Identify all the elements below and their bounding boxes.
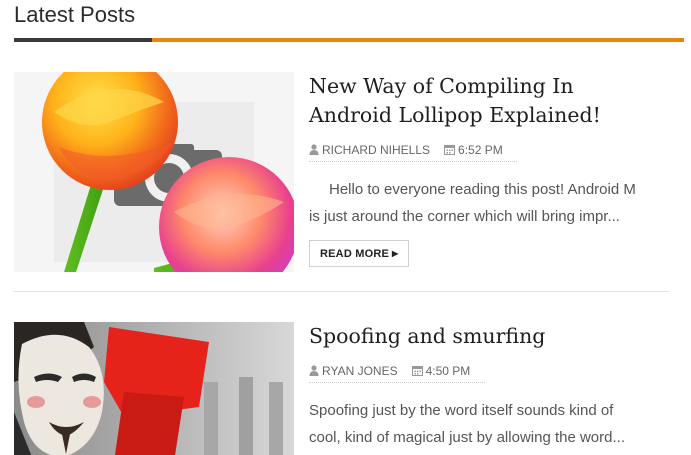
post-meta: RICHARD NIHELLS 6:52 PM bbox=[309, 138, 517, 162]
section-title: Latest Posts bbox=[14, 2, 136, 27]
post-time: 4:50 PM bbox=[425, 363, 471, 378]
header-rule-accent bbox=[152, 38, 684, 42]
post-thumbnail[interactable] bbox=[14, 322, 294, 455]
post-excerpt: Hello to everyone reading this post! And… bbox=[309, 176, 649, 230]
excerpt-line: cool, kind of magical just by allowing t… bbox=[309, 429, 625, 446]
post-thumbnail[interactable] bbox=[14, 72, 294, 272]
calendar-icon bbox=[411, 366, 423, 376]
author-meta[interactable]: RICHARD NIHELLS bbox=[309, 143, 430, 157]
lollipop-illustration bbox=[14, 72, 294, 272]
user-icon bbox=[309, 144, 319, 155]
post-divider bbox=[14, 291, 669, 292]
excerpt-line: Hello to everyone reading this post! And… bbox=[329, 181, 636, 198]
caret-right-icon: ▶ bbox=[392, 249, 399, 258]
post-meta: RYAN JONES 4:50 PM bbox=[309, 359, 485, 383]
user-icon bbox=[309, 365, 319, 376]
post-card: New Way of Compiling In Android Lollipop… bbox=[14, 72, 670, 272]
mask-protest-photo bbox=[14, 322, 294, 455]
author-name[interactable]: RICHARD NIHELLS bbox=[322, 143, 430, 157]
post-title[interactable]: Spoofing and smurfing bbox=[309, 322, 670, 351]
author-name[interactable]: RYAN JONES bbox=[322, 364, 398, 378]
post-excerpt: Spoofing just by the word itself sounds … bbox=[309, 397, 649, 451]
author-meta[interactable]: RYAN JONES bbox=[309, 364, 398, 378]
post-body: New Way of Compiling In Android Lollipop… bbox=[309, 72, 670, 267]
excerpt-line: is just around the corner which will bri… bbox=[309, 208, 620, 225]
read-more-button[interactable]: READ MORE ▶ bbox=[309, 240, 410, 267]
excerpt-line: Spoofing just by the word itself sounds … bbox=[309, 402, 614, 419]
time-meta: 4:50 PM bbox=[411, 363, 471, 378]
post-time: 6:52 PM bbox=[458, 142, 503, 157]
post-title-line[interactable]: Android Lollipop Explained! bbox=[309, 101, 670, 130]
time-meta: 6:52 PM bbox=[444, 143, 503, 157]
post-title-line[interactable]: New Way of Compiling In bbox=[309, 72, 670, 101]
calendar-icon bbox=[444, 145, 456, 155]
post-title[interactable]: New Way of Compiling In Android Lollipop… bbox=[309, 72, 670, 130]
header-rule-dark bbox=[14, 38, 152, 42]
post-body: Spoofing and smurfing RYAN JONES 4:50 PM… bbox=[309, 322, 670, 451]
read-more-label: READ MORE bbox=[320, 247, 390, 260]
latest-posts-header: Latest Posts bbox=[14, 0, 684, 42]
post-card: Spoofing and smurfing RYAN JONES 4:50 PM… bbox=[14, 322, 670, 455]
